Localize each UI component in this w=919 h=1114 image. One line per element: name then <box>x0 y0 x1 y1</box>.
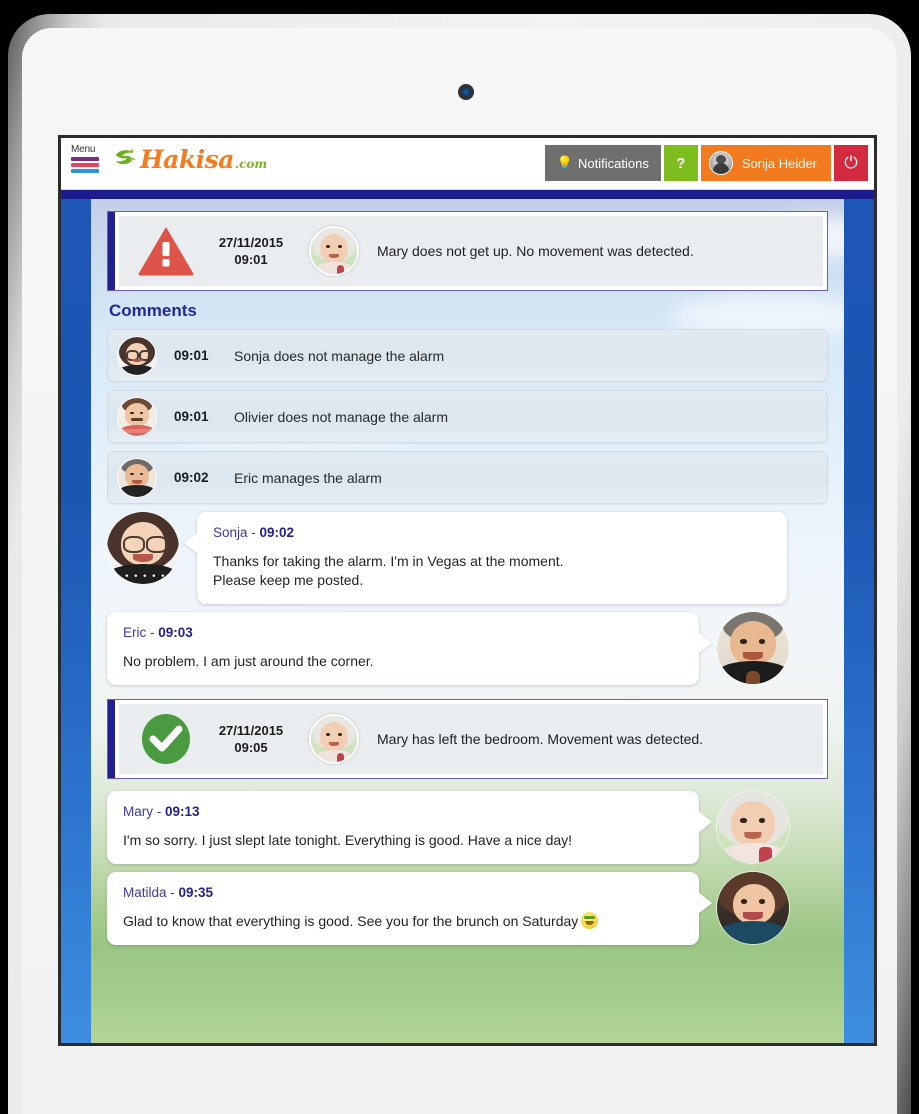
message-author: Sonja <box>213 525 248 540</box>
message-bubble-eric[interactable]: Eric - 09:03 No problem. I am just aroun… <box>107 612 712 685</box>
alert-time: 09:01 <box>234 252 268 267</box>
hamburger-icon-bar-3 <box>71 169 99 173</box>
message-author: Eric <box>123 625 147 640</box>
comment-time: 09:01 <box>174 409 209 424</box>
hamburger-icon-bar-2 <box>71 163 99 167</box>
message-row-matilda: Matilda - 09:35 Glad to know that everyt… <box>107 872 828 945</box>
menu-button[interactable]: Menu <box>71 144 107 173</box>
message-bubble-sonja[interactable]: Sonja - 09:02 Thanks for taking the alar… <box>184 512 787 604</box>
message-header: Sonja - 09:02 <box>213 525 771 540</box>
smiling-face-emoji <box>581 912 599 929</box>
message-row-mary: Mary - 09:13 I'm so sorry. I just slept … <box>107 791 828 864</box>
alert-message: Mary does not get up. No movement was de… <box>377 243 694 259</box>
mary-avatar <box>309 226 359 276</box>
user-name-label: Sonja Heider <box>741 155 817 171</box>
message-body: No problem. I am just around the corner. <box>123 653 374 669</box>
mary-avatar <box>309 714 359 764</box>
message-row-sonja: Sonja - 09:02 Thanks for taking the alar… <box>107 512 828 604</box>
message-header: Eric - 09:03 <box>123 625 683 640</box>
bubble-tail <box>184 532 198 554</box>
message-author: Mary <box>123 804 153 819</box>
message-time: 09:02 <box>259 525 295 540</box>
message-header: Mary - 09:13 <box>123 804 683 819</box>
message-body: I'm so sorry. I just slept late tonight.… <box>123 832 573 848</box>
success-time: 09:05 <box>234 740 268 755</box>
message-separator: - <box>153 804 165 819</box>
app-screen: Menu Hakisa .com 💡 Notifications ? Sonja… <box>61 138 874 1043</box>
success-event-banner[interactable]: 27/11/2015 09:05 Mary has left the bedro… <box>107 699 828 779</box>
comment-row[interactable]: 09:02 Eric manages the alarm <box>107 451 828 504</box>
app-header: Menu Hakisa .com 💡 Notifications ? Sonja… <box>61 138 874 190</box>
message-time: 09:03 <box>158 625 193 640</box>
message-time: 09:13 <box>165 804 200 819</box>
message-time: 09:35 <box>178 885 214 900</box>
bubble-tail <box>698 632 712 654</box>
bulb-icon: 💡 <box>556 155 574 170</box>
message-body: Glad to know that everything is good. Se… <box>123 912 683 931</box>
comment-text: Sonja does not manage the alarm <box>234 347 445 364</box>
alert-timestamp: 27/11/2015 09:01 <box>199 234 303 268</box>
hamburger-icon-bar-1 <box>71 157 99 161</box>
message-header: Matilda - 09:35 <box>123 885 683 900</box>
user-avatar-icon <box>708 151 733 175</box>
success-message: Mary has left the bedroom. Movement was … <box>377 731 704 747</box>
hakisa-logo[interactable]: Hakisa .com <box>112 146 267 174</box>
logout-power-button[interactable]: ⏻ <box>834 145 868 181</box>
comment-row[interactable]: 09:01 Sonja does not manage the alarm <box>107 329 828 382</box>
message-row-eric: Eric - 09:03 No problem. I am just aroun… <box>107 612 828 685</box>
message-separator: - <box>247 525 260 540</box>
message-bubble-mary[interactable]: Mary - 09:13 I'm so sorry. I just slept … <box>107 791 712 864</box>
help-button[interactable]: ? <box>663 145 698 181</box>
message-bubble-matilda[interactable]: Matilda - 09:35 Glad to know that everyt… <box>107 872 712 945</box>
olivier-avatar <box>118 397 156 436</box>
sonja-avatar <box>118 336 156 375</box>
logo-wordmark: Hakisa <box>140 145 234 174</box>
comment-text: Olivier does not manage the alarm <box>234 408 448 425</box>
success-date: 27/11/2015 <box>218 723 284 738</box>
user-account-button[interactable]: Sonja Heider <box>700 145 831 181</box>
alert-event-banner[interactable]: 27/11/2015 09:01 Mary does not get up. N… <box>107 211 828 291</box>
comment-time: 09:01 <box>174 348 209 363</box>
eric-avatar <box>118 458 156 497</box>
matilda-avatar <box>717 872 789 944</box>
mary-avatar <box>717 791 789 863</box>
message-separator: - <box>146 625 159 640</box>
menu-label: Menu <box>71 144 96 155</box>
message-text: Glad to know that everything is good. Se… <box>123 913 579 929</box>
front-camera-icon <box>458 84 474 100</box>
alert-date: 27/11/2015 <box>218 235 284 250</box>
bubble-tail <box>698 811 712 833</box>
tablet-device-frame: Menu Hakisa .com 💡 Notifications ? Sonja… <box>8 14 911 1114</box>
comments-section-title: Comments <box>109 301 197 320</box>
right-blue-rail <box>844 199 874 1043</box>
eric-avatar <box>717 612 789 684</box>
success-timestamp: 27/11/2015 09:05 <box>199 722 303 756</box>
message-body: Thanks for taking the alarm. I'm in Vega… <box>213 553 564 588</box>
comment-text: Eric manages the alarm <box>234 469 382 486</box>
sonja-avatar <box>107 512 179 584</box>
warning-triangle-icon <box>133 225 199 277</box>
comment-time: 09:02 <box>174 470 209 485</box>
message-author: Matilda <box>123 885 167 900</box>
message-separator: - <box>166 885 179 900</box>
app-body: 27/11/2015 09:01 Mary does not get up. N… <box>61 199 874 1043</box>
notifications-button[interactable]: 💡 Notifications <box>544 145 661 181</box>
bubble-tail <box>698 892 712 914</box>
primary-nav-bar <box>61 190 874 199</box>
left-blue-rail <box>61 199 91 1043</box>
check-circle-icon <box>133 713 199 765</box>
notifications-label: Notifications <box>578 155 649 171</box>
logo-domain-suffix: .com <box>234 157 268 171</box>
leaf-swirl-logo-icon <box>112 146 140 174</box>
header-actions: 💡 Notifications ? Sonja Heider ⏻ <box>544 145 868 181</box>
timeline-content: 27/11/2015 09:01 Mary does not get up. N… <box>91 199 844 1043</box>
comment-row[interactable]: 09:01 Olivier does not manage the alarm <box>107 390 828 443</box>
